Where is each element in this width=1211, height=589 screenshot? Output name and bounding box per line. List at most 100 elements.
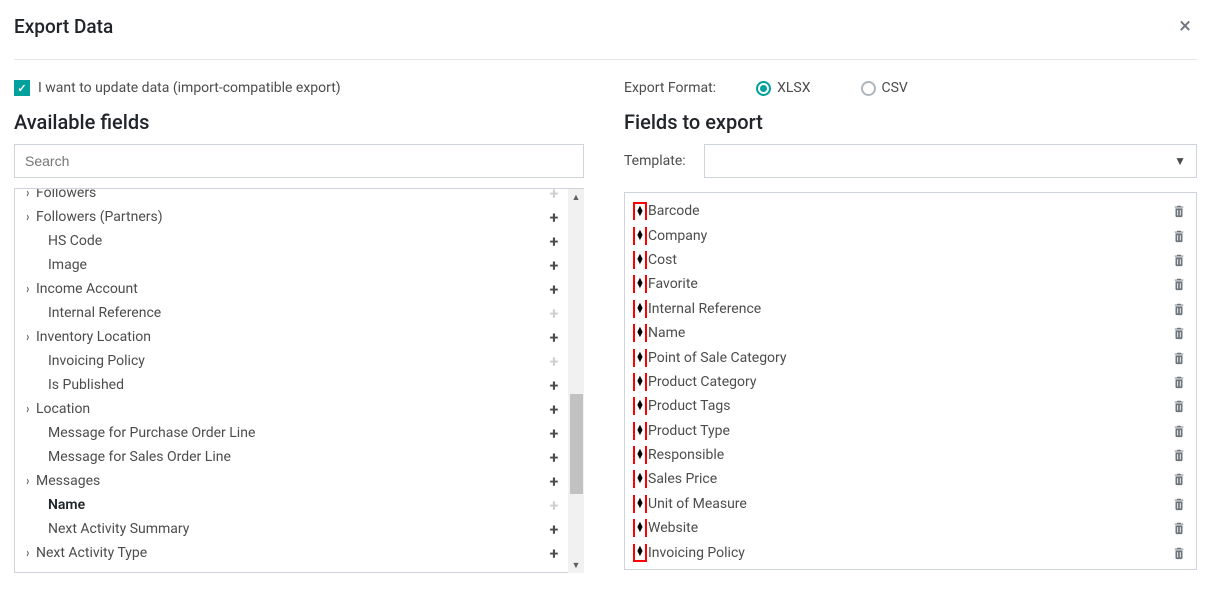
tree-item-label: Income Account <box>36 281 138 297</box>
radio-unselected-icon <box>861 81 876 96</box>
drag-handle-icon[interactable]: ▲▼ <box>633 300 647 318</box>
trash-icon[interactable] <box>1172 253 1188 267</box>
drag-handle-icon[interactable]: ▲▼ <box>633 349 647 367</box>
tree-item[interactable]: ›Message for Purchase Order Line+ <box>15 421 568 445</box>
tree-item[interactable]: ›Invoicing Policy+ <box>15 349 568 373</box>
export-field-row[interactable]: ▲▼Name <box>633 321 1188 345</box>
export-field-row[interactable]: ▲▼Website <box>633 516 1188 540</box>
export-field-row[interactable]: ▲▼Sales Price <box>633 467 1188 491</box>
add-field-icon[interactable]: + <box>546 520 562 539</box>
tree-item[interactable]: ›Is Published+ <box>15 373 568 397</box>
drag-handle-icon[interactable]: ▲▼ <box>633 470 647 488</box>
export-field-row[interactable]: ▲▼Product Type <box>633 419 1188 443</box>
trash-icon[interactable] <box>1172 277 1188 291</box>
scrollbar-thumb[interactable] <box>570 394 583 494</box>
trash-icon[interactable] <box>1172 375 1188 389</box>
trash-icon[interactable] <box>1172 302 1188 316</box>
add-field-icon[interactable]: + <box>546 256 562 275</box>
drag-handle-icon[interactable]: ▲▼ <box>633 446 647 464</box>
tree-item[interactable]: ›Messages+ <box>15 469 568 493</box>
radio-xlsx[interactable]: XLSX <box>756 80 810 96</box>
tree-item[interactable]: ›Location+ <box>15 397 568 421</box>
add-field-icon[interactable]: + <box>546 280 562 299</box>
drag-handle-icon[interactable]: ▲▼ <box>633 227 647 245</box>
add-field-icon[interactable]: + <box>546 232 562 251</box>
add-field-icon[interactable]: + <box>546 424 562 443</box>
drag-handle-icon[interactable]: ▲▼ <box>633 519 647 537</box>
export-field-row[interactable]: ▲▼Product Tags <box>633 394 1188 418</box>
trash-icon[interactable] <box>1172 521 1188 535</box>
update-data-label: I want to update data (import-compatible… <box>38 80 341 96</box>
tree-item[interactable]: ›Next Activity Type+ <box>15 541 568 565</box>
add-field-icon[interactable]: + <box>546 496 562 515</box>
tree-item[interactable]: ›Followers+ <box>15 188 568 205</box>
trash-icon[interactable] <box>1172 204 1188 218</box>
drag-handle-icon[interactable]: ▲▼ <box>633 324 647 342</box>
tree-item[interactable]: ›Message for Sales Order Line+ <box>15 445 568 469</box>
available-fields-tree[interactable]: ›Followers+›Followers (Partners)+›HS Cod… <box>14 188 568 573</box>
trash-icon[interactable] <box>1172 424 1188 438</box>
tree-item-label: Message for Purchase Order Line <box>48 425 255 441</box>
add-field-icon[interactable]: + <box>546 208 562 227</box>
tree-item[interactable]: ›Name+ <box>15 493 568 517</box>
export-field-row[interactable]: ▲▼Responsible <box>633 443 1188 467</box>
tree-item[interactable]: ›Inventory Location+ <box>15 325 568 349</box>
close-icon[interactable]: × <box>1173 14 1197 39</box>
trash-icon[interactable] <box>1172 448 1188 462</box>
export-field-row[interactable]: ▲▼Invoicing Policy <box>633 540 1188 564</box>
export-field-row[interactable]: ▲▼Company <box>633 223 1188 247</box>
trash-icon[interactable] <box>1172 399 1188 413</box>
drag-handle-icon[interactable]: ▲▼ <box>633 373 647 391</box>
add-field-icon[interactable]: + <box>546 188 562 203</box>
add-field-icon[interactable]: + <box>546 400 562 419</box>
dialog-header: Export Data × <box>14 14 1197 60</box>
add-field-icon[interactable]: + <box>546 352 562 371</box>
trash-icon[interactable] <box>1172 229 1188 243</box>
drag-handle-icon[interactable]: ▲▼ <box>633 422 647 440</box>
radio-csv[interactable]: CSV <box>861 80 908 96</box>
export-field-row[interactable]: ▲▼Product Category <box>633 370 1188 394</box>
add-field-icon[interactable]: + <box>546 304 562 323</box>
update-data-checkbox-row[interactable]: ✓ I want to update data (import-compatib… <box>14 80 584 96</box>
export-field-row[interactable]: ▲▼Barcode <box>633 199 1188 223</box>
tree-item-label: HS Code <box>48 233 102 249</box>
scroll-up-icon[interactable]: ▲ <box>568 189 584 205</box>
chevron-right-icon: › <box>26 210 32 225</box>
drag-handle-icon[interactable]: ▲▼ <box>633 251 647 269</box>
chevron-right-icon: › <box>26 282 32 297</box>
search-input[interactable] <box>14 144 584 178</box>
fields-to-export-title: Fields to export <box>624 110 1197 134</box>
tree-item[interactable]: ›Next Activity Summary+ <box>15 517 568 541</box>
drag-handle-icon[interactable]: ▲▼ <box>633 275 647 293</box>
add-field-icon[interactable]: + <box>546 544 562 563</box>
tree-item[interactable]: ›Followers (Partners)+ <box>15 205 568 229</box>
trash-icon[interactable] <box>1172 351 1188 365</box>
drag-handle-icon[interactable]: ▲▼ <box>633 544 647 562</box>
tree-item-label: Inventory Location <box>36 329 151 345</box>
trash-icon[interactable] <box>1172 326 1188 340</box>
tree-item[interactable]: ›Image+ <box>15 253 568 277</box>
scrollbar[interactable]: ▲ ▼ <box>568 188 584 573</box>
drag-handle-icon[interactable]: ▲▼ <box>633 202 647 220</box>
export-field-row[interactable]: ▲▼Point of Sale Category <box>633 345 1188 369</box>
export-field-row[interactable]: ▲▼Favorite <box>633 272 1188 296</box>
drag-handle-icon[interactable]: ▲▼ <box>633 495 647 513</box>
add-field-icon[interactable]: + <box>546 328 562 347</box>
export-field-row[interactable]: ▲▼Unit of Measure <box>633 492 1188 516</box>
drag-handle-icon[interactable]: ▲▼ <box>633 397 647 415</box>
trash-icon[interactable] <box>1172 497 1188 511</box>
add-field-icon[interactable]: + <box>546 448 562 467</box>
tree-item[interactable]: ›Internal Reference+ <box>15 301 568 325</box>
tree-item[interactable]: › Income Account + <box>15 277 568 301</box>
template-select[interactable]: ▼ <box>704 144 1197 178</box>
trash-icon[interactable] <box>1172 546 1188 560</box>
tree-item-label: Next Activity Summary <box>48 521 189 537</box>
scroll-down-icon[interactable]: ▼ <box>568 557 584 573</box>
add-field-icon[interactable]: + <box>546 376 562 395</box>
trash-icon[interactable] <box>1172 472 1188 486</box>
tree-item-label: Message for Sales Order Line <box>48 449 231 465</box>
export-field-row[interactable]: ▲▼Cost <box>633 248 1188 272</box>
add-field-icon[interactable]: + <box>546 472 562 491</box>
export-field-row[interactable]: ▲▼Internal Reference <box>633 297 1188 321</box>
tree-item[interactable]: ›HS Code+ <box>15 229 568 253</box>
